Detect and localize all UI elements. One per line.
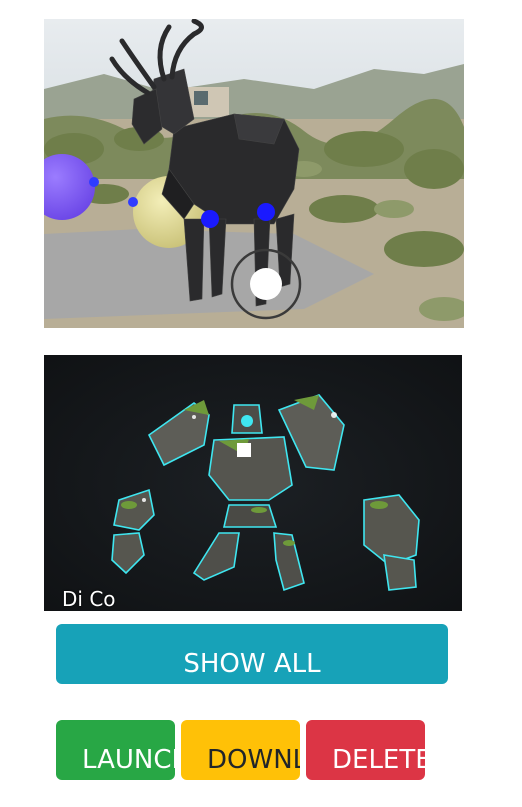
- scene-preview-image[interactable]: [44, 19, 464, 328]
- launch-button[interactable]: LAUNCH: [56, 720, 175, 780]
- model-gallery-page: Di Co SHOW ALL LAUNCH DOWNLOAD DELETE: [0, 0, 522, 807]
- model-thumbnail-image[interactable]: Di Co: [44, 355, 462, 611]
- antelope-scene-graphic: [44, 19, 464, 328]
- model-caption: Di Co: [62, 587, 116, 611]
- download-button[interactable]: DOWNLOAD: [181, 720, 300, 780]
- show-all-button[interactable]: SHOW ALL: [56, 624, 448, 684]
- delete-button[interactable]: DELETE: [306, 720, 425, 780]
- golem-model-graphic: [44, 355, 462, 611]
